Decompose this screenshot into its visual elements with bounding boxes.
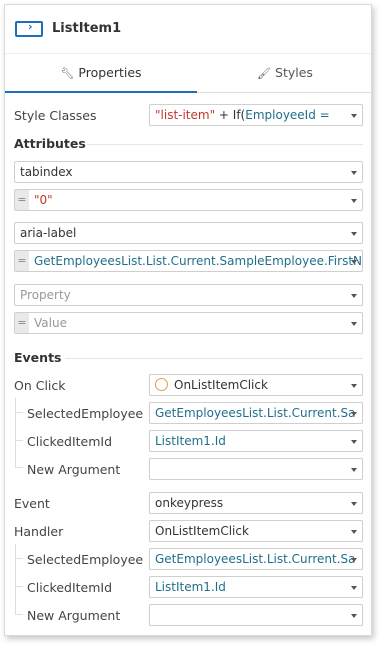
properties-panel: › ListItem1 🔧︎ Properties 🖌︎ Styles Style … (4, 4, 372, 636)
event-select[interactable]: onkeypress (149, 492, 363, 514)
chevron-down-icon (351, 260, 357, 264)
widget-title: ListItem1 (52, 21, 122, 36)
equals-icon: = (15, 190, 29, 210)
brush-icon: 🖌︎ (257, 67, 272, 80)
chevron-down-icon (351, 468, 357, 472)
argument-label: SelectedEmployee (27, 406, 144, 421)
tree-line (15, 558, 23, 559)
argument-value-field[interactable]: ListItem1.Id (149, 430, 363, 452)
argument-value-field[interactable]: GetEmployeesList.List.Current.Sa (149, 548, 363, 570)
chevron-down-icon (351, 114, 357, 118)
section-divider (65, 358, 363, 359)
chevron-down-icon (351, 199, 357, 203)
handler-select[interactable]: OnListItemClick (149, 520, 363, 542)
event-label: Event (14, 496, 50, 511)
argument-label: ClickedItemId (27, 580, 113, 595)
chevron-down-icon (351, 171, 357, 175)
chevron-down-icon (351, 530, 357, 534)
style-classes-input[interactable]: "list-item" + If(EmployeeId = (149, 104, 363, 126)
attribute-name-field[interactable]: tabindex (14, 161, 363, 183)
attribute-name-field[interactable]: aria-label (14, 222, 363, 244)
tree-line (15, 398, 16, 467)
tab-bar: 🔧︎ Properties 🖌︎ Styles (5, 53, 371, 93)
chevron-down-icon (351, 232, 357, 236)
chevron-down-icon (351, 412, 357, 416)
tree-line (15, 614, 23, 615)
widget-icon: › (15, 20, 43, 37)
tree-line (15, 544, 16, 614)
argument-label: ClickedItemId (27, 434, 113, 449)
new-argument-field[interactable] (149, 604, 363, 626)
new-argument-label: New Argument (27, 608, 121, 623)
handler-label: Handler (14, 524, 64, 539)
chevron-down-icon (351, 614, 357, 618)
tree-line (15, 586, 23, 587)
wrench-icon: 🔧︎ (60, 67, 75, 80)
attributes-section-title: Attributes (14, 136, 86, 151)
chevron-down-icon (351, 440, 357, 444)
attribute-value-field[interactable]: = GetEmployeesList.List.Current.SampleEm… (14, 250, 363, 272)
tree-line (15, 440, 23, 441)
argument-label: SelectedEmployee (27, 552, 144, 567)
on-click-handler-select[interactable]: OnListItemClick (149, 374, 363, 396)
chevron-down-icon (351, 586, 357, 590)
panel-header: › ListItem1 (5, 5, 371, 53)
tree-line (15, 412, 23, 413)
client-action-icon (155, 378, 168, 391)
chevron-down-icon (351, 558, 357, 562)
equals-icon: = (15, 251, 29, 271)
tab-properties[interactable]: 🔧︎ Properties (5, 54, 197, 93)
chevron-down-icon (351, 294, 357, 298)
chevron-down-icon (351, 502, 357, 506)
new-attribute-name-field[interactable]: Property (14, 284, 363, 306)
new-attribute-value-field[interactable]: = Value (14, 312, 363, 334)
chevron-down-icon (351, 384, 357, 388)
new-argument-label: New Argument (27, 462, 121, 477)
events-section-title: Events (14, 350, 62, 365)
chevron-down-icon (351, 322, 357, 326)
on-click-label: On Click (14, 378, 66, 393)
tree-line (15, 467, 23, 468)
tab-styles[interactable]: 🖌︎ Styles (197, 54, 373, 93)
section-divider (87, 144, 363, 145)
attribute-value-field[interactable]: = "0" (14, 189, 363, 211)
argument-value-field[interactable]: GetEmployeesList.List.Current.Sa (149, 402, 363, 424)
new-argument-field[interactable] (149, 458, 363, 480)
argument-value-field[interactable]: ListItem1.Id (149, 576, 363, 598)
equals-icon: = (15, 313, 29, 333)
style-classes-label: Style Classes (14, 108, 97, 123)
